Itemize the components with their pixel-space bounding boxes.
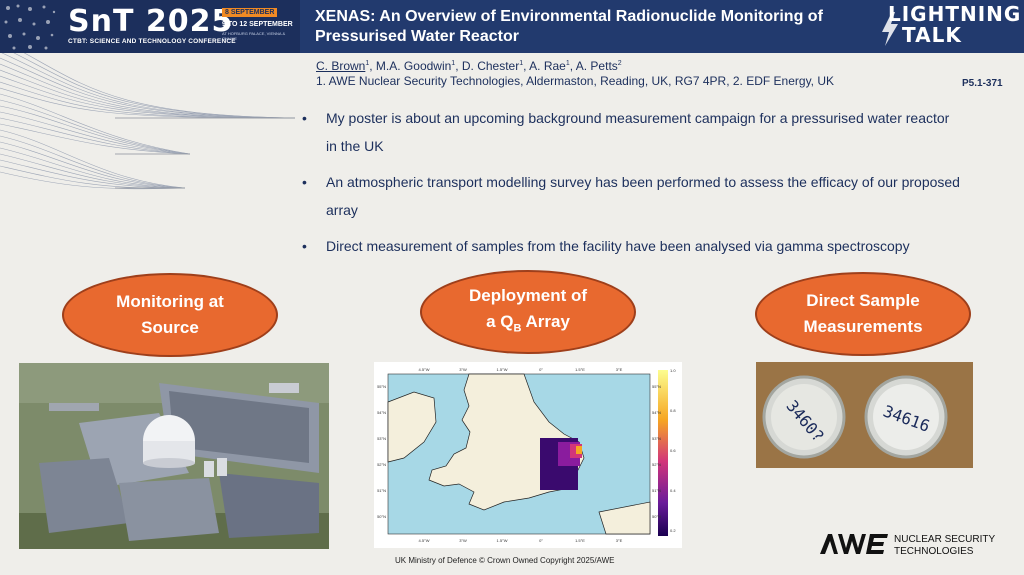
- plume-peak: [576, 446, 582, 454]
- sample-jars-photo: 3460? 34616: [756, 362, 973, 468]
- map-lat-tick: 50°N: [377, 514, 386, 519]
- map-lat-tick: 55°N: [377, 384, 386, 389]
- presenter-name: C. Brown: [316, 59, 366, 73]
- oval-deployment-array: Deployment of a QB Array: [420, 270, 636, 354]
- venue-text: AT HOFBURG PALACE, VIENNA & ONLINE: [222, 31, 286, 41]
- reactor-illustration: [19, 363, 329, 549]
- oval-text: Source: [141, 318, 199, 337]
- map-lat-tick: 50°N: [652, 514, 661, 519]
- map-lat-tick: 51°N: [652, 488, 661, 493]
- map-lon-tick: 3°E: [616, 538, 623, 543]
- reactor-aerial-photo: [19, 363, 329, 549]
- author-name: , D. Chester: [455, 59, 520, 73]
- colorbar-tick: 1.0: [670, 368, 676, 373]
- poster-title: XENAS: An Overview of Environmental Radi…: [315, 8, 823, 45]
- map-lon-tick: 4.5°W: [419, 538, 430, 543]
- map-lat-tick: 52°N: [377, 462, 386, 467]
- badge-line-2: TALK: [902, 23, 962, 47]
- map-lon-tick: 0°: [539, 367, 543, 372]
- oval-direct-sample: Direct Sample Measurements: [755, 272, 971, 356]
- map-lat-tick: 54°N: [377, 410, 386, 415]
- oval-text: Direct Sample: [806, 291, 920, 310]
- oval-text: a Q: [486, 311, 514, 331]
- colorbar-tick: 0.8: [670, 408, 676, 413]
- author-list: C. Brown1, M.A. Goodwin1, D. Chester1, A…: [316, 56, 834, 74]
- bullet-item: • My poster is about an upcoming backgrou…: [302, 104, 962, 160]
- conference-logo-text: SnT 2025: [68, 4, 234, 39]
- map-lat-tick: 53°N: [377, 436, 386, 441]
- badge-line-1: LIGHTNING: [888, 2, 1022, 26]
- map-lat-tick: 52°N: [652, 462, 661, 467]
- date-range: 9 TO 12 SEPTEMBER: [222, 21, 293, 28]
- bullet-text: Direct measurement of samples from the f…: [326, 238, 910, 254]
- conference-logo-block: SnT 2025 CTBT: SCIENCE AND TECHNOLOGY CO…: [0, 0, 300, 53]
- awe-logo: NUCLEAR SECURITY TECHNOLOGIES: [818, 532, 1018, 562]
- map-lon-tick: 4.5°W: [419, 367, 430, 372]
- affiliations: 1. AWE Nuclear Security Technologies, Al…: [316, 74, 835, 88]
- map-lat-tick: 54°N: [652, 410, 661, 415]
- map-lon-tick: 3°W: [459, 538, 467, 543]
- colorbar-tick: 0.6: [670, 448, 676, 453]
- poster-code: P5.1-371: [962, 78, 1003, 89]
- bullet-dot: •: [302, 174, 307, 190]
- bullet-list: • My poster is about an upcoming backgrou…: [302, 104, 962, 268]
- sample-jars-illustration: 3460? 34616: [756, 362, 973, 468]
- map-lon-tick: 3°E: [616, 367, 623, 372]
- author-name: , M.A. Goodwin: [369, 59, 452, 73]
- decorative-lines: [0, 40, 296, 190]
- dispersion-map-figure: 4.5°W 3°W 1.5°W 0° 1.5°E 3°E 4.5°W 3°W 1.5°W 0° 1…: [374, 362, 682, 548]
- bullet-text: My poster is about an upcoming backgroun…: [326, 110, 950, 154]
- awe-logo-icon: [820, 534, 888, 554]
- bullet-item: • An atmospheric transport modelling surv…: [302, 168, 962, 224]
- colorbar-tick: 0.2: [670, 528, 676, 533]
- globe-pattern-icon: [4, 4, 56, 50]
- author-name: , A. Rae: [523, 59, 566, 73]
- author-block: C. Brown1, M.A. Goodwin1, D. Chester1, A…: [316, 56, 834, 89]
- bullet-item: • Direct measurement of samples from the …: [302, 232, 962, 260]
- map-lon-tick: 0°: [539, 538, 543, 543]
- map-lat-tick: 55°N: [652, 384, 661, 389]
- date-badge: 8 SEPTEMBER: [222, 8, 278, 17]
- awe-text-line1: NUCLEAR SECURITY: [894, 534, 996, 545]
- affiliation-sup: 2: [617, 60, 622, 67]
- dispersion-map: 4.5°W 3°W 1.5°W 0° 1.5°E 3°E 4.5°W 3°W 1.5°W 0° 1…: [377, 367, 676, 543]
- oval-text: Monitoring at: [116, 292, 224, 311]
- map-lat-tick: 51°N: [377, 488, 386, 493]
- awe-text-line2: TECHNOLOGIES: [894, 546, 974, 557]
- conference-subtitle: CTBT: SCIENCE AND TECHNOLOGY CONFERENCE: [68, 38, 236, 45]
- colorbar: [658, 370, 668, 536]
- colorbar-tick: 0.4: [670, 488, 676, 493]
- oval-text: Array: [521, 311, 570, 331]
- oval-text: Measurements: [803, 317, 923, 336]
- header-bar: SnT 2025 CTBT: SCIENCE AND TECHNOLOGY CO…: [0, 0, 1024, 53]
- map-lon-tick: 1.5°E: [575, 538, 585, 543]
- map-lon-tick: 1.5°W: [497, 367, 508, 372]
- bullet-text: An atmospheric transport modelling surve…: [326, 174, 960, 218]
- map-lon-tick: 1.5°W: [497, 538, 508, 543]
- copyright-footer: UK Ministry of Defence © Crown Owned Cop…: [395, 556, 615, 565]
- map-lon-tick: 3°W: [459, 367, 467, 372]
- author-name: , A. Petts: [569, 59, 618, 73]
- oval-monitoring-at-source: Monitoring at Source: [62, 273, 278, 357]
- map-lon-tick: 1.5°E: [575, 367, 585, 372]
- bullet-dot: •: [302, 238, 307, 254]
- map-lat-tick: 53°N: [652, 436, 661, 441]
- bullet-dot: •: [302, 110, 307, 126]
- oval-text: Deployment of: [468, 285, 588, 305]
